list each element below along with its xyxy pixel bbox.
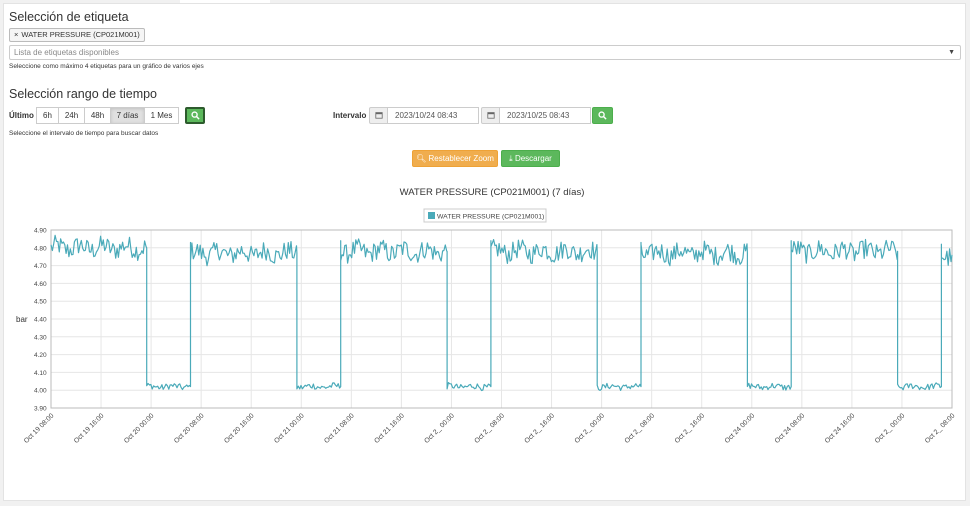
search-icon: [598, 111, 607, 120]
range-button-48h[interactable]: 48h: [84, 107, 111, 124]
tag-select-input[interactable]: Lista de etiquetas disponibles ▼: [9, 45, 961, 60]
reset-zoom-label: Restablecer Zoom: [428, 154, 494, 163]
range-button-6h[interactable]: 6h: [36, 107, 59, 124]
range-button-1mes[interactable]: 1 Mes: [144, 107, 179, 124]
main-panel: [3, 3, 966, 501]
time-help-text: Seleccione el intervalo de tiempo para b…: [9, 130, 159, 137]
calendar-icon[interactable]: [369, 107, 388, 124]
range-button-7dias[interactable]: 7 días: [110, 107, 145, 124]
reset-zoom-button[interactable]: 🔍︎ Restablecer Zoom: [412, 150, 498, 167]
tab-indicator: [180, 0, 270, 3]
range-search-button[interactable]: [185, 107, 205, 124]
end-datetime: 2023/10/25 08:43: [481, 107, 591, 124]
end-date-input[interactable]: 2023/10/25 08:43: [500, 107, 591, 124]
tag-section-title: Selección de etiqueta: [9, 10, 129, 24]
interval-label: Intervalo: [333, 111, 367, 120]
tag-help-text: Seleccione como máximo 4 etiquetas para …: [9, 63, 204, 70]
range-button-group: 6h 24h 48h 7 días 1 Mes: [36, 107, 179, 124]
selected-tag-label: WATER PRESSURE (CP021M001): [21, 30, 140, 39]
download-button[interactable]: ⤓ Descargar: [501, 150, 560, 167]
search-icon: [190, 111, 200, 120]
interval-search-button[interactable]: [592, 107, 613, 124]
last-label: Último: [9, 111, 34, 120]
tag-select-placeholder: Lista de etiquetas disponibles: [14, 48, 119, 57]
start-datetime: 2023/10/24 08:43: [369, 107, 479, 124]
time-section-title: Selección rango de tiempo: [9, 87, 158, 101]
start-date-input[interactable]: 2023/10/24 08:43: [388, 107, 479, 124]
download-icon: ⤓: [509, 154, 513, 163]
range-button-24h[interactable]: 24h: [58, 107, 85, 124]
search-icon: 🔍︎: [416, 154, 427, 163]
selected-tag-chip[interactable]: × WATER PRESSURE (CP021M001): [9, 28, 145, 42]
chevron-down-icon[interactable]: ▼: [948, 46, 955, 59]
calendar-icon[interactable]: [481, 107, 500, 124]
remove-tag-icon[interactable]: ×: [14, 30, 18, 39]
download-label: Descargar: [514, 154, 552, 163]
